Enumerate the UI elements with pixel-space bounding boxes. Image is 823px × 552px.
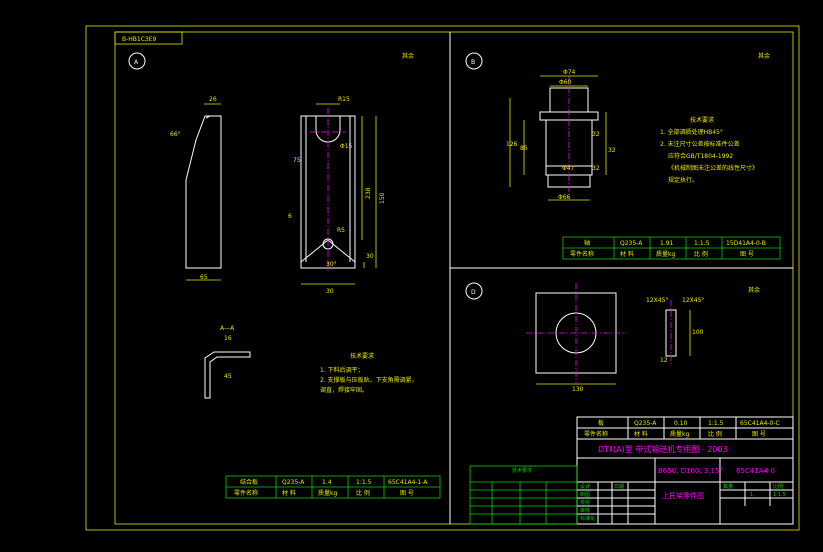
svg-text:Φ66: Φ66 (558, 194, 571, 201)
svg-text:12: 12 (660, 357, 668, 364)
svg-text:材 料: 材 料 (620, 250, 634, 258)
svg-text:结合板: 结合板 (240, 478, 258, 486)
svg-text:85: 85 (520, 145, 528, 152)
svg-text:26: 26 (209, 96, 217, 103)
svg-text:1. 下料后调平；: 1. 下料后调平； (320, 366, 364, 374)
svg-text:比 例: 比 例 (708, 430, 722, 438)
svg-text:Q235-A: Q235-A (282, 479, 305, 486)
svg-text:零件名称: 零件名称 (234, 489, 258, 497)
svg-text:75: 75 (293, 157, 301, 164)
svg-text:1. 全部调质处理HB45°: 1. 全部调质处理HB45° (660, 128, 723, 136)
svg-text:100: 100 (692, 329, 704, 336)
view-a-label: A (134, 59, 139, 66)
svg-text:2. 未注尺寸公差按标准件公差: 2. 未注尺寸公差按标准件公差 (660, 140, 740, 148)
svg-text:A—A: A—A (220, 325, 235, 332)
svg-text:比 例: 比 例 (694, 250, 708, 258)
svg-text:调直，焊接牢固。: 调直，焊接牢固。 (320, 386, 368, 394)
svg-text:66°: 66° (170, 131, 181, 138)
svg-text:质量kg: 质量kg (670, 430, 689, 438)
svg-text:规定执行。: 规定执行。 (668, 176, 698, 184)
svg-text:126: 126 (506, 141, 518, 148)
title-code: 65C41A4-0 (736, 467, 775, 475)
svg-text:30: 30 (326, 288, 334, 295)
view-b-label: B (471, 59, 475, 66)
svg-text:Φ74: Φ74 (563, 69, 576, 76)
svg-text:65C41A4-0-C: 65C41A4-0-C (740, 420, 780, 427)
tech-b-title: 技术要求 (690, 116, 714, 124)
svg-text:65: 65 (200, 274, 208, 281)
svg-text:6: 6 (288, 213, 292, 220)
svg-text:1: 1 (750, 492, 753, 498)
outer-frame (85, 25, 800, 531)
svg-text:《机械制图未注公差的线性尺寸》: 《机械制图未注公差的线性尺寸》 (668, 164, 758, 172)
svg-text:R5: R5 (337, 227, 345, 234)
svg-text:65C41A4-1-A: 65C41A4-1-A (388, 479, 428, 486)
svg-text:审核: 审核 (580, 507, 590, 514)
roughness-a: 其余 (402, 52, 414, 60)
code-box-text: B-HB1C3E9 (122, 36, 157, 43)
tech-a-title: 技术要求 (350, 352, 374, 360)
svg-text:1.4: 1.4 (322, 479, 332, 486)
svg-text:30°: 30° (326, 261, 337, 268)
svg-text:1:1.5: 1:1.5 (708, 420, 724, 427)
svg-text:Φ15: Φ15 (340, 143, 353, 150)
svg-text:12X45°: 12X45° (682, 297, 704, 304)
part-a-side-view (185, 115, 222, 269)
roughness-b: 其余 (758, 52, 770, 60)
title-name: 上托架零件图 (662, 491, 704, 500)
svg-text:材 料: 材 料 (282, 489, 296, 497)
svg-text:30: 30 (366, 253, 374, 260)
svg-text:150: 150 (379, 192, 386, 204)
svg-text:零件名称: 零件名称 (570, 250, 594, 258)
svg-text:零件名称: 零件名称 (584, 430, 608, 438)
svg-text:1:1.5: 1:1.5 (356, 479, 372, 486)
svg-text:Φ47: Φ47 (562, 165, 575, 172)
title-main: DTⅡ(A)型 带式输送机专用图 - 2003 (598, 444, 728, 454)
svg-text:制图: 制图 (580, 491, 590, 498)
svg-text:32: 32 (592, 165, 600, 172)
svg-text:图 号: 图 号 (400, 490, 414, 497)
svg-text:图 号: 图 号 (740, 251, 754, 258)
svg-text:R15: R15 (338, 96, 350, 103)
svg-text:1:1.5: 1:1.5 (694, 240, 710, 247)
svg-text:材 料: 材 料 (634, 430, 648, 438)
svg-text:15D41A4-0-B: 15D41A4-0-B (726, 240, 766, 247)
roughness-d: 其余 (748, 286, 760, 294)
svg-text:标准化: 标准化 (580, 515, 595, 522)
svg-text:Φ60: Φ60 (559, 79, 572, 86)
svg-text:数量: 数量 (723, 483, 733, 490)
notes-title: 技术要求 (512, 467, 532, 474)
svg-text:1:1.5: 1:1.5 (773, 492, 786, 498)
svg-text:16: 16 (224, 335, 232, 342)
svg-text:1.91: 1.91 (660, 240, 674, 247)
svg-text:45: 45 (224, 373, 232, 380)
svg-text:0.10: 0.10 (674, 420, 688, 427)
notes-block (469, 465, 578, 525)
svg-text:12X45°: 12X45° (646, 297, 668, 304)
svg-text:32: 32 (608, 147, 616, 154)
cad-drawing-sheet: B-HB1C3E9 A B D 其余 其余 其余 26 66° 65 R15 Φ… (0, 0, 823, 548)
svg-text:Q235-A: Q235-A (634, 420, 657, 427)
svg-text:质量kg: 质量kg (318, 489, 337, 497)
svg-text:238: 238 (365, 187, 372, 199)
svg-text:校对: 校对 (580, 499, 590, 506)
svg-text:设计: 设计 (580, 483, 590, 490)
svg-text:2. 支撑板与压板贴，下支角需调紧，: 2. 支撑板与压板贴，下支角需调紧， (320, 376, 418, 384)
title-spec: B650, D160, 3.15° (658, 467, 723, 475)
svg-text:Q235-A: Q235-A (620, 240, 643, 247)
svg-text:应符合GB/T1804-1992: 应符合GB/T1804-1992 (668, 152, 733, 160)
svg-text:质量kg: 质量kg (656, 250, 675, 258)
drawing-canvas: B-HB1C3E9 A B D 其余 其余 其余 26 66° 65 R15 Φ… (85, 25, 800, 531)
svg-text:比例: 比例 (773, 483, 783, 490)
svg-text:比 例: 比 例 (356, 489, 370, 497)
svg-text:轴: 轴 (584, 239, 590, 247)
svg-text:日期: 日期 (614, 484, 624, 490)
svg-text:板: 板 (598, 419, 604, 427)
svg-text:130: 130 (572, 386, 584, 393)
view-d-label: D (471, 289, 476, 296)
svg-text:32: 32 (592, 131, 600, 138)
svg-text:图 号: 图 号 (752, 431, 766, 438)
